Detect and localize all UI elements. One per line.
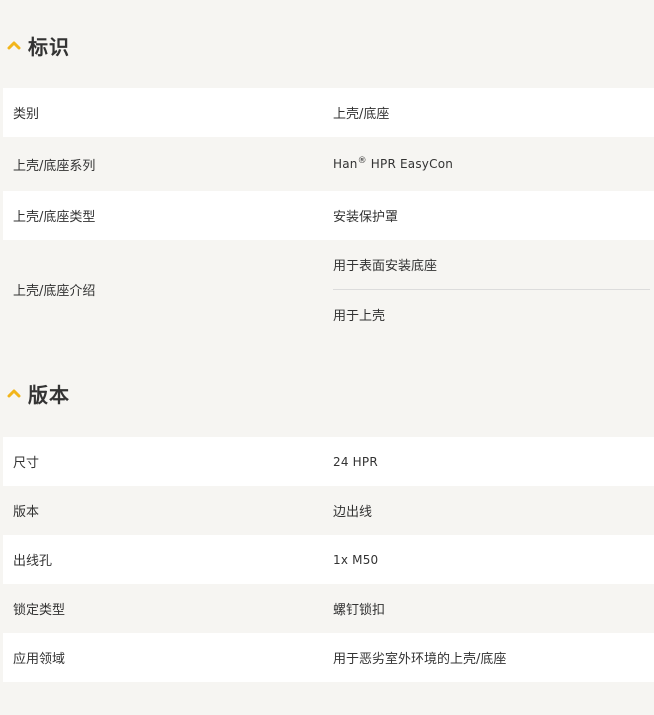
table-row: 上壳/底座系列 Han® HPR EasyCon — [3, 137, 654, 191]
table-row: 上壳/底座介绍 用于表面安装底座 用于上壳 — [3, 240, 654, 339]
row-value: 安装保护罩 — [333, 210, 399, 225]
row-label: 上壳/底座类型 — [13, 210, 96, 225]
identification-table: 类别 上壳/底座 上壳/底座系列 Han® HPR EasyCon 上壳/底座类… — [3, 88, 654, 339]
section-header-identification[interactable]: 标识 — [0, 25, 70, 65]
row-value: Han® HPR EasyCon — [333, 156, 654, 172]
chevron-up-icon[interactable] — [0, 25, 28, 65]
row-label: 上壳/底座系列 — [13, 158, 96, 174]
table-row: 上壳/底座类型 安装保护罩 — [3, 191, 654, 240]
table-row: 版本 边出线 — [3, 486, 654, 535]
row-label: 应用领域 — [13, 652, 66, 667]
table-row: 尺寸 24 HPR — [3, 437, 654, 486]
registered-mark: ® — [357, 156, 367, 166]
table-row: 锁定类型 螺钉锁扣 — [3, 584, 654, 633]
row-label: 上壳/底座介绍 — [13, 284, 96, 299]
row-values: 用于表面安装底座 用于上壳 — [333, 240, 654, 339]
row-value: 用于恶劣室外环境的上壳/底座 — [333, 652, 507, 667]
row-value: 用于上壳 — [333, 309, 386, 324]
row-value: 螺钉锁扣 — [333, 603, 386, 618]
table-row: 出线孔 1x M50 — [3, 535, 654, 584]
row-value: 边出线 — [333, 505, 373, 520]
row-label: 类别 — [13, 107, 40, 122]
section-title: 标识 — [28, 34, 70, 59]
table-row: 应用领域 用于恶劣室外环境的上壳/底座 — [3, 633, 654, 682]
row-value: 上壳/底座 — [333, 107, 390, 122]
value-prefix: Han — [333, 157, 358, 171]
version-table: 尺寸 24 HPR 版本 边出线 出线孔 1x M50 锁定类型 螺钉锁扣 应用… — [3, 437, 654, 682]
section-title: 版本 — [28, 382, 70, 407]
section-header-version[interactable]: 版本 — [0, 373, 70, 413]
row-label: 出线孔 — [13, 554, 53, 569]
table-row: 类别 上壳/底座 — [3, 88, 654, 137]
value-suffix: HPR EasyCon — [366, 157, 454, 171]
row-value: 1x M50 — [333, 552, 379, 567]
row-value: 24 HPR — [333, 454, 378, 469]
row-label: 锁定类型 — [13, 603, 66, 618]
row-label: 版本 — [13, 505, 40, 520]
row-label: 尺寸 — [13, 456, 40, 471]
row-value: 用于表面安装底座 — [333, 259, 438, 274]
chevron-up-icon[interactable] — [0, 373, 28, 413]
